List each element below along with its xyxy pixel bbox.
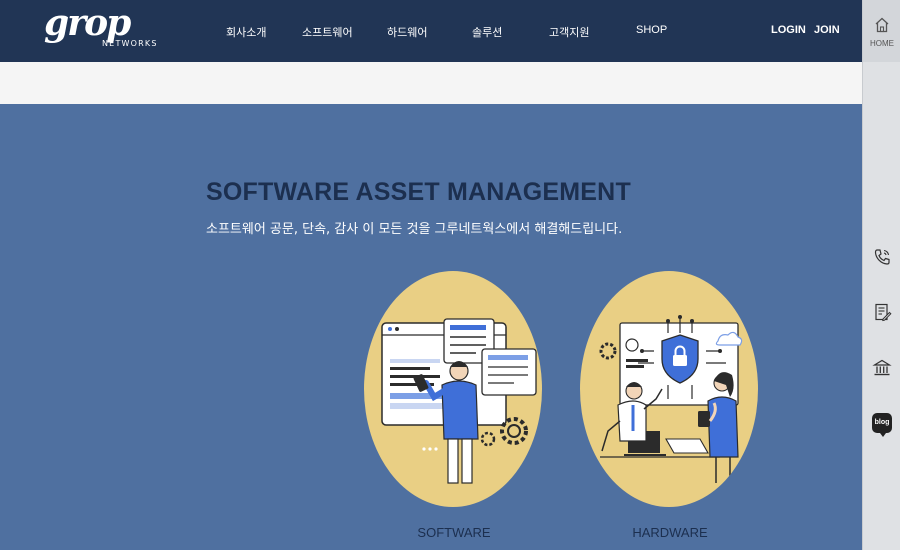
logo-script: grop — [44, 2, 131, 44]
blog-icon[interactable]: blog — [872, 413, 892, 437]
nav-item-software[interactable]: 소프트웨어 — [302, 24, 353, 40]
nav-item-support[interactable]: 고객지원 — [549, 24, 589, 40]
login-link[interactable]: LOGIN — [771, 24, 806, 36]
phone-icon[interactable] — [872, 247, 892, 267]
hardware-card[interactable] — [580, 271, 758, 507]
logo[interactable]: grop NETWORKS — [44, 2, 158, 54]
home-label: HOME — [870, 39, 894, 48]
blog-label: blog — [874, 419, 890, 426]
hero-subtitle: 소프트웨어 공문, 단속, 감사 이 모든 것을 그루네트웍스에서 해결해드립니… — [206, 222, 623, 237]
nav-item-solution[interactable]: 솔루션 — [472, 24, 502, 40]
bank-icon[interactable] — [872, 358, 892, 378]
home-icon — [875, 17, 889, 33]
document-edit-icon[interactable] — [872, 302, 892, 322]
nav-item-company[interactable]: 회사소개 — [226, 24, 266, 40]
software-card[interactable] — [364, 271, 542, 507]
hardware-illustration — [599, 315, 743, 483]
hardware-label[interactable]: HARDWARE — [610, 525, 730, 540]
software-illustration — [381, 318, 537, 484]
software-label[interactable]: SOFTWARE — [394, 525, 514, 540]
sub-bar — [0, 62, 862, 104]
join-link[interactable]: JOIN — [814, 24, 840, 36]
home-button[interactable]: HOME — [863, 0, 900, 62]
nav-item-hardware[interactable]: 하드웨어 — [387, 24, 427, 40]
top-header: grop NETWORKS 회사소개 소프트웨어 하드웨어 솔루션 고객지원 S… — [0, 0, 862, 62]
logo-subtitle: NETWORKS — [102, 39, 158, 48]
hero-title: SOFTWARE ASSET MANAGEMENT — [206, 178, 631, 206]
quick-menu-rail: HOME blog — [862, 0, 900, 550]
nav-item-shop[interactable]: SHOP — [636, 24, 667, 36]
